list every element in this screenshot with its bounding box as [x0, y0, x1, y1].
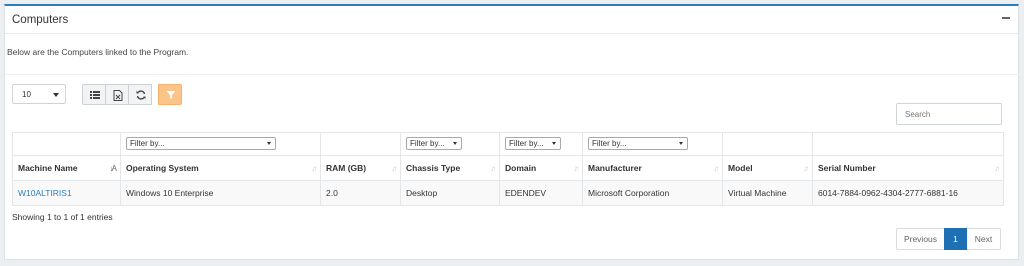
- next-page-button[interactable]: Next: [966, 228, 1001, 250]
- filter-cell: Filter by...: [400, 132, 500, 156]
- filter-cell: [12, 132, 121, 156]
- entries-info: Showing 1 to 1 of 1 entries: [12, 212, 113, 222]
- filter-icon: [166, 91, 176, 99]
- filter-label: Filter by...: [509, 139, 544, 148]
- filter-manufacturer-select[interactable]: Filter by...: [588, 137, 688, 150]
- chevron-down-icon: [552, 142, 556, 145]
- header-row: Machine Name ↓A Operating System ↓↑ RAM (G…: [12, 155, 1004, 181]
- sort-icon: ↓↑: [573, 164, 579, 173]
- sort-icon: ↓↑: [994, 164, 1000, 173]
- chevron-down-icon: [267, 142, 271, 145]
- column-header-label: Chassis Type: [406, 163, 461, 173]
- page-1-button[interactable]: 1: [944, 228, 967, 250]
- filter-button[interactable]: [158, 84, 182, 105]
- table-cell: Windows 10 Enterprise: [120, 180, 321, 206]
- column-header-label: Manufacturer: [588, 163, 642, 173]
- filter-cell: Filter by...: [499, 132, 583, 156]
- export-icon: [113, 90, 123, 101]
- filter-label: Filter by...: [592, 139, 627, 148]
- column-header-label: Domain: [505, 163, 537, 173]
- refresh-button[interactable]: [128, 84, 152, 105]
- panel-header: Computers: [5, 6, 1018, 34]
- filter-label: Filter by...: [130, 139, 165, 148]
- table-cell: 6014-7884-0962-4304-2777-6881-16: [812, 180, 1004, 206]
- sort-asc-icon: ↓A: [109, 164, 117, 173]
- column-header-manufacturer[interactable]: Manufacturer ↓↑: [582, 155, 723, 181]
- table-cell: 2.0: [320, 180, 401, 206]
- table-tools: [82, 84, 182, 105]
- machine-name-link[interactable]: W10ALTIRIS1: [18, 188, 72, 198]
- column-header-model[interactable]: Model ↓↑: [722, 155, 813, 181]
- export-button[interactable]: [105, 84, 129, 105]
- filter-label: Filter by...: [410, 139, 445, 148]
- column-header-label: Serial Number: [818, 163, 876, 173]
- column-header-label: Model: [728, 163, 753, 173]
- column-header-label: Operating System: [126, 163, 199, 173]
- table-cell: Microsoft Corporation: [582, 180, 723, 206]
- panel-intro: Below are the Computers linked to the Pr…: [7, 47, 189, 57]
- column-header-machine-name[interactable]: Machine Name ↓A: [12, 155, 121, 181]
- chevron-down-icon: [679, 142, 683, 145]
- list-icon: [90, 91, 100, 99]
- table-cell: W10ALTIRIS1: [12, 180, 121, 206]
- filter-cell: [320, 132, 401, 156]
- sort-icon: ↓↑: [490, 164, 496, 173]
- filter-chassis-select[interactable]: Filter by...: [406, 137, 462, 150]
- filter-cell: Filter by...: [120, 132, 321, 156]
- sort-icon: ↓↑: [391, 164, 397, 173]
- filter-cell: [812, 132, 1004, 156]
- page-size-value: 10: [22, 90, 31, 99]
- filter-cell: [722, 132, 813, 156]
- column-header-ram[interactable]: RAM (GB) ↓↑: [320, 155, 401, 181]
- sort-icon: ↓↑: [311, 164, 317, 173]
- pagination: Previous 1 Next: [896, 228, 1001, 250]
- column-header-serial-number[interactable]: Serial Number ↓↑: [812, 155, 1004, 181]
- table-cell: Desktop: [400, 180, 500, 206]
- column-header-chassis-type[interactable]: Chassis Type ↓↑: [400, 155, 500, 181]
- previous-page-button[interactable]: Previous: [896, 228, 945, 250]
- filter-row: Filter by... Filter by... Filter by... F…: [12, 132, 1004, 156]
- table-cell: EDENDEV: [499, 180, 583, 206]
- filter-domain-select[interactable]: Filter by...: [505, 137, 561, 150]
- column-header-operating-system[interactable]: Operating System ↓↑: [120, 155, 321, 181]
- computers-table: Filter by... Filter by... Filter by... F…: [12, 132, 1004, 206]
- column-header-label: RAM (GB): [326, 163, 367, 173]
- chevron-down-icon: [453, 142, 457, 145]
- refresh-icon: [136, 90, 146, 100]
- filter-cell: Filter by...: [582, 132, 723, 156]
- chevron-down-icon: [53, 93, 59, 97]
- column-visibility-button[interactable]: [82, 84, 106, 105]
- sort-icon: ↓↑: [713, 164, 719, 173]
- collapse-icon[interactable]: [1002, 17, 1010, 19]
- column-header-label: Machine Name: [18, 163, 78, 173]
- page-size-select[interactable]: 10: [12, 84, 66, 104]
- filter-os-select[interactable]: Filter by...: [126, 137, 276, 150]
- panel-title: Computers: [12, 14, 69, 26]
- sort-icon: ↓↑: [803, 164, 809, 173]
- divider: [5, 74, 1019, 75]
- column-header-domain[interactable]: Domain ↓↑: [499, 155, 583, 181]
- table-row: W10ALTIRIS1 Windows 10 Enterprise 2.0 De…: [12, 180, 1004, 206]
- table-cell: Virtual Machine: [722, 180, 813, 206]
- search-input[interactable]: [896, 103, 1002, 125]
